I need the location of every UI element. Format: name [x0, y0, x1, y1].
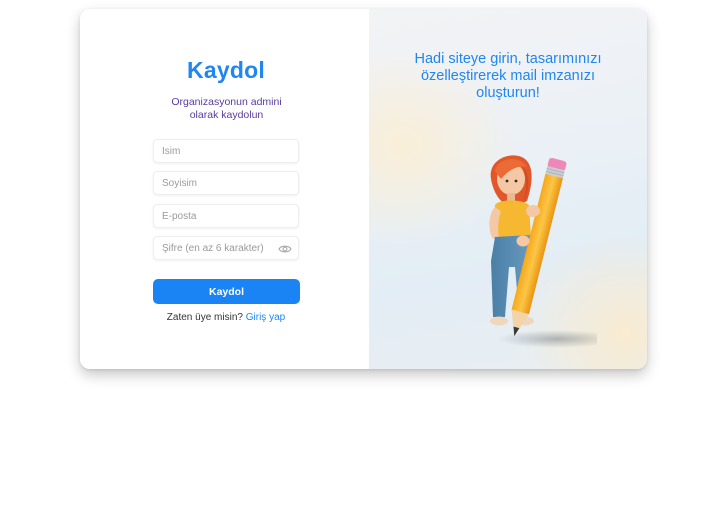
first-name-input[interactable]: [154, 140, 298, 162]
login-prompt-text: Zaten üye misin?: [166, 312, 243, 323]
password-input[interactable]: [154, 237, 298, 259]
last-name-field[interactable]: [153, 171, 299, 195]
login-prompt: Zaten üye misin? Giriş yap: [80, 312, 372, 323]
page-subtitle: Organizasyonun admini olarak kaydolun: [171, 96, 282, 121]
email-input[interactable]: [154, 205, 298, 227]
email-field[interactable]: [153, 204, 299, 228]
eye-icon[interactable]: [278, 243, 292, 255]
page-title: Kaydol: [187, 57, 265, 83]
signup-form-panel: Kaydol Organizasyonun admini olarak kayd…: [80, 9, 369, 369]
promo-headline: Hadi siteye girin, tasarımınızı özelleşt…: [414, 51, 602, 101]
promo-panel: Hadi siteye girin, tasarımınızı özelleşt…: [369, 9, 647, 369]
last-name-input[interactable]: [154, 172, 298, 194]
signup-card: Kaydol Organizasyonun admini olarak kayd…: [80, 9, 647, 369]
girl-with-pencil-illustration: [489, 155, 597, 348]
first-name-field[interactable]: [153, 139, 299, 163]
signup-button[interactable]: Kaydol: [153, 279, 300, 304]
password-field[interactable]: [153, 236, 299, 260]
login-link[interactable]: Giriş yap: [246, 312, 285, 323]
